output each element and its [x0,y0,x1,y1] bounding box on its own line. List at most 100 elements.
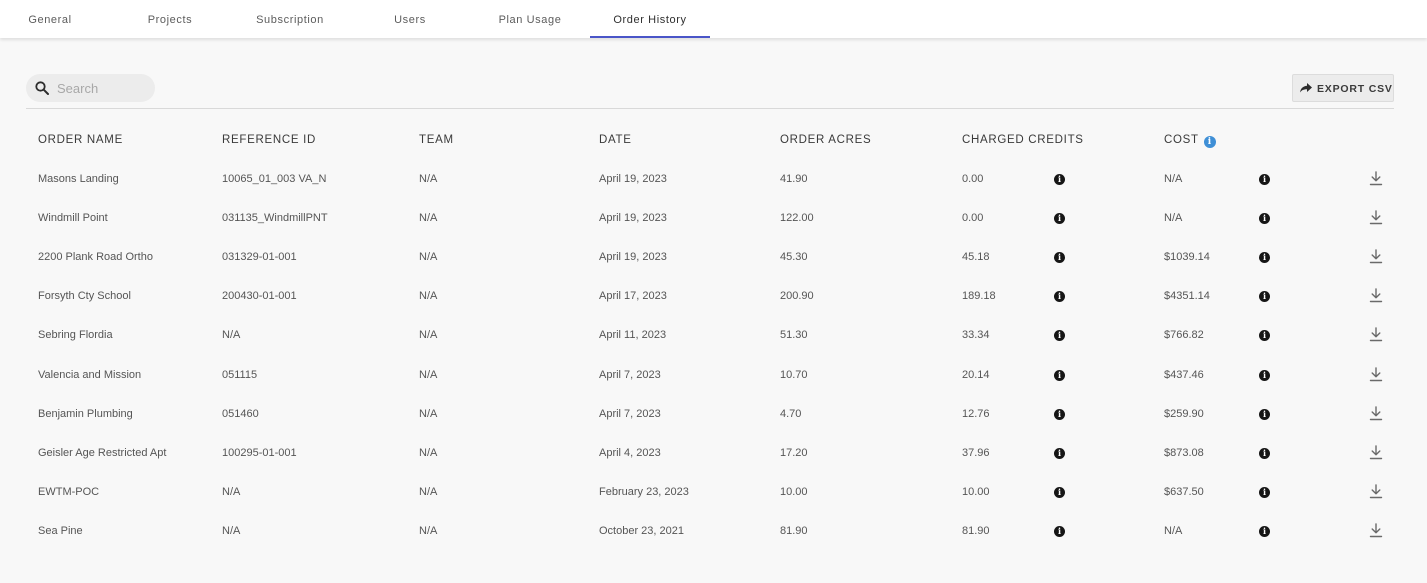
date-cell: April 11, 2023 [599,329,667,342]
download-icon[interactable] [1369,249,1383,264]
cost-cell: $4351.14 [1164,290,1210,303]
download-icon[interactable] [1369,327,1383,342]
cost-info-icon[interactable]: i [1259,525,1270,537]
cost-cell: $637.50 [1164,485,1204,498]
order-name-cell: Forsyth Cty School [38,290,131,303]
download-icon[interactable] [1369,523,1383,538]
search-box [26,74,155,102]
order-acres-cell: 81.90 [780,524,808,537]
reference-id-cell: 031135_WindmillPNT [222,212,328,225]
cost-cell: $437.46 [1164,368,1204,381]
cost-info-icon[interactable]: i [1259,369,1270,381]
order-name-cell: Masons Landing [38,173,119,185]
cost-info-icon[interactable]: i [1259,291,1270,303]
download-icon[interactable] [1369,405,1383,421]
tab-subscription[interactable]: Subscription [230,0,350,38]
order-acres-cell: 10.70 [780,368,808,381]
order-acres-cell: 200.90 [780,290,814,303]
download-icon[interactable] [1369,210,1383,225]
cost-cell: N/A [1164,524,1183,537]
order-name-cell: EWTM-POC [38,485,100,498]
credits-info-icon[interactable]: i [1054,330,1065,342]
team-cell: N/A [419,407,438,420]
table-row: Forsyth Cty School 200430-01-001 N/A April … [0,277,1427,316]
reference-id-cell: N/A [222,524,241,537]
table-row: 2200 Plank Road Ortho 031329-01-001 N/A Apr… [0,238,1427,277]
header-cost-label[interactable]: COST [1164,134,1199,146]
header-reference-id[interactable]: REFERENCE ID [222,134,316,146]
cost-cell: $259.90 [1164,407,1204,420]
credits-info-icon[interactable]: i [1054,408,1065,420]
charged-credits-cell: 0.00 [962,212,984,225]
credits-info-icon[interactable]: i [1054,174,1065,185]
tab-plan-usage[interactable]: Plan Usage [470,0,590,38]
credits-info-icon[interactable]: i [1054,525,1065,537]
date-cell: October 23, 2021 [599,524,685,537]
header-order-acres[interactable]: ORDER ACRES [780,134,871,146]
order-acres-cell: 4.70 [780,407,802,420]
header-order-name[interactable]: ORDER NAME [38,134,123,146]
header-team[interactable]: TEAM [419,134,454,146]
info-icon[interactable]: i [1203,136,1216,148]
charged-credits-cell: 81.90 [962,524,990,537]
order-name-cell: Geisler Age Restricted Apt [38,446,167,459]
cost-info-icon[interactable]: i [1259,408,1270,420]
cost-info-icon[interactable]: i [1259,252,1270,264]
download-icon[interactable] [1369,171,1383,186]
credits-info-icon[interactable]: i [1054,252,1065,264]
credits-info-icon[interactable]: i [1054,291,1065,303]
order-name-cell: Sebring Flordia [38,329,113,342]
credits-info-icon[interactable]: i [1054,369,1065,381]
tab-general[interactable]: General [0,0,110,38]
reference-id-cell: 100295-01-001 [222,446,297,459]
cost-info-icon[interactable]: i [1259,213,1270,225]
credits-info-icon[interactable]: i [1054,213,1065,225]
team-cell: N/A [419,212,438,225]
download-icon[interactable] [1369,444,1383,460]
download-icon[interactable] [1369,366,1383,382]
reference-id-cell: 031329-01-001 [222,251,297,264]
order-acres-cell: 51.30 [780,329,808,342]
header-cost: COST i [1164,134,1216,148]
search-icon [35,81,49,95]
cost-info-icon[interactable]: i [1259,330,1270,342]
order-acres-cell: 122.00 [780,212,814,225]
cost-cell: N/A [1164,212,1183,225]
header-charged-credits[interactable]: CHARGED CREDITS [962,134,1084,146]
table-row: Sebring Flordia N/A N/A April 11, 2023 51.30… [0,316,1427,355]
cost-info-icon[interactable]: i [1259,486,1270,498]
charged-credits-cell: 33.34 [962,329,990,342]
search-input[interactable] [57,78,149,98]
charged-credits-cell: 0.00 [962,173,984,185]
order-name-cell: Benjamin Plumbing [38,407,133,420]
cost-info-icon[interactable]: i [1259,174,1270,185]
download-icon[interactable] [1369,484,1383,499]
team-cell: N/A [419,329,438,342]
date-cell: April 4, 2023 [599,446,661,459]
date-cell: April 7, 2023 [599,368,661,381]
team-cell: N/A [419,368,438,381]
reference-id-cell: N/A [222,485,241,498]
date-cell: April 7, 2023 [599,407,661,420]
order-name-cell: 2200 Plank Road Ortho [38,251,153,264]
tab-users[interactable]: Users [350,0,470,38]
reference-id-cell: 051115 [222,368,258,381]
reference-id-cell: 10065_01_003 VA_N [222,173,327,185]
cost-cell: N/A [1164,173,1183,185]
order-name-cell: Windmill Point [38,212,108,225]
cost-info-icon[interactable]: i [1259,447,1270,459]
header-date[interactable]: DATE [599,134,632,146]
credits-info-icon[interactable]: i [1054,486,1065,498]
team-cell: N/A [419,251,438,264]
credits-info-icon[interactable]: i [1054,447,1065,459]
table-row: EWTM-POC N/A N/A February 23, 2023 10.00 10.0… [0,473,1427,512]
date-cell: April 19, 2023 [599,173,667,185]
tab-projects[interactable]: Projects [110,0,230,38]
download-icon[interactable] [1369,288,1383,303]
tab-order-history[interactable]: Order History [590,0,710,38]
order-acres-cell: 41.90 [780,173,808,185]
reference-id-cell: 200430-01-001 [222,290,297,303]
order-acres-cell: 10.00 [780,485,808,498]
export-csv-button[interactable]: EXPORT CSV [1292,74,1394,102]
order-acres-cell: 17.20 [780,446,808,459]
